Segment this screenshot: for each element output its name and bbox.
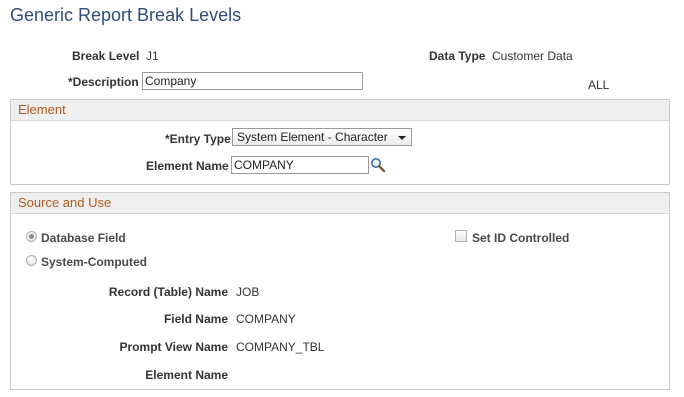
field-name-label: Field Name <box>163 312 228 326</box>
source-element-name-label: Element Name <box>145 368 228 382</box>
description-label: *Description <box>68 75 139 89</box>
entry-type-select[interactable]: System Element - Character <box>232 128 412 146</box>
page-title: Generic Report Break Levels <box>10 5 242 25</box>
element-group-header: Element <box>11 100 669 121</box>
element-name-label: Element Name <box>146 159 229 173</box>
prompt-view-name-label: Prompt View Name <box>119 340 228 354</box>
data-type-value: Customer Data <box>492 49 573 63</box>
description-input[interactable] <box>142 72 363 90</box>
magnifier-icon[interactable] <box>370 157 386 173</box>
source-and-use-group-header: Source and Use <box>11 193 669 214</box>
all-text: ALL <box>588 78 610 92</box>
source-and-use-group-title: Source and Use <box>18 195 112 210</box>
database-field-label: Database Field <box>41 231 126 245</box>
record-name-label: Record (Table) Name <box>108 285 228 299</box>
element-name-input[interactable] <box>231 156 369 174</box>
system-computed-radio[interactable] <box>26 255 37 266</box>
set-id-controlled-label: Set ID Controlled <box>472 231 570 245</box>
record-name-value: JOB <box>236 285 260 299</box>
data-type-label: Data Type <box>429 49 486 63</box>
database-field-radio[interactable] <box>26 231 37 242</box>
chevron-down-icon <box>398 136 406 140</box>
system-computed-label: System-Computed <box>41 255 148 269</box>
set-id-controlled-checkbox[interactable] <box>455 230 467 242</box>
entry-type-selected-value: System Element - Character <box>237 130 388 144</box>
element-group-title: Element <box>18 102 66 117</box>
prompt-view-name-value: COMPANY_TBL <box>236 340 325 354</box>
entry-type-label: *Entry Type <box>165 132 231 146</box>
break-level-label: Break Level <box>72 49 140 63</box>
break-level-value: J1 <box>146 49 159 63</box>
field-name-value: COMPANY <box>236 312 296 326</box>
